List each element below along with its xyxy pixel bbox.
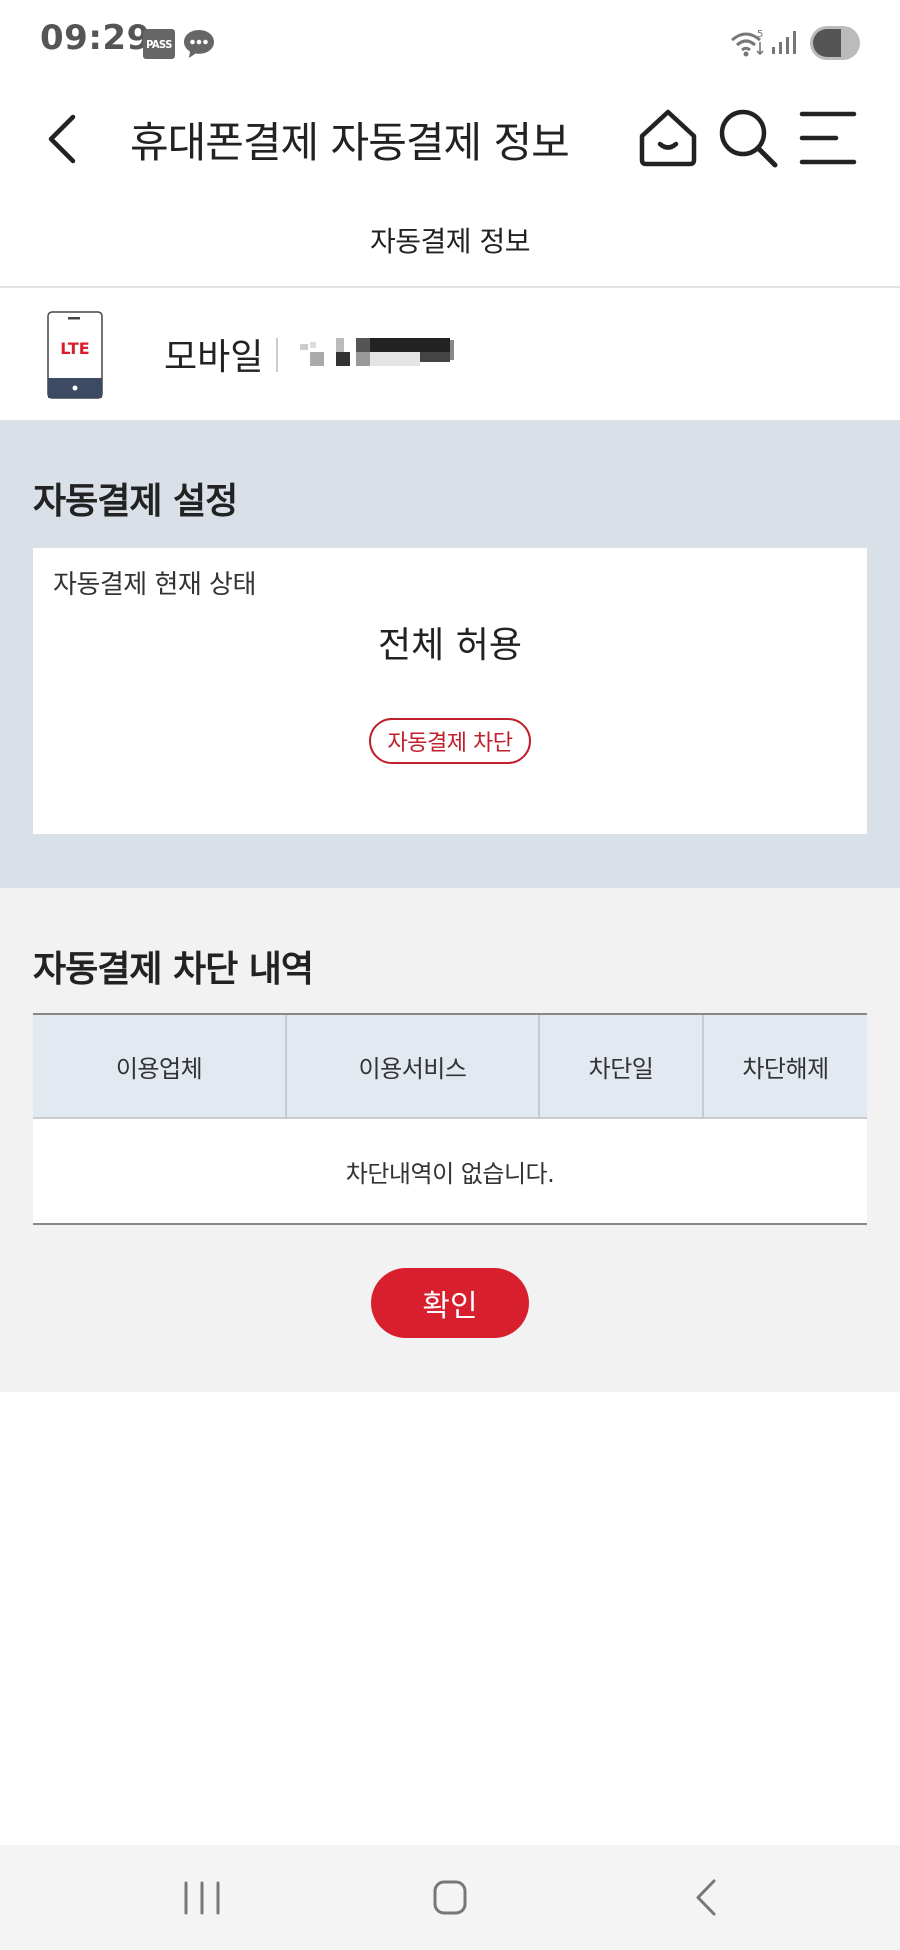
auto-pay-setting-section: 자동결제 설정 자동결제 현재 상태 전체 허용 자동결제 차단 bbox=[0, 420, 900, 888]
svg-text:5: 5 bbox=[757, 29, 763, 40]
chevron-left-icon bbox=[48, 114, 76, 164]
section-heading: 자동결제 차단 내역 bbox=[33, 949, 314, 990]
status-label: 자동결제 현재 상태 bbox=[53, 570, 256, 600]
table-header-row: 이용업체 이용서비스 차단일 차단해제 bbox=[33, 1013, 867, 1118]
nav-back-button[interactable] bbox=[676, 1875, 736, 1920]
home-button[interactable] bbox=[636, 106, 700, 170]
column-header: 이용업체 bbox=[33, 1013, 286, 1118]
block-auto-pay-button[interactable]: 자동결제 차단 bbox=[369, 718, 531, 764]
chat-icon bbox=[184, 30, 214, 58]
recent-apps-button[interactable] bbox=[172, 1875, 232, 1920]
device-row: LTE 모바일 bbox=[0, 288, 900, 420]
home-icon bbox=[639, 109, 697, 167]
toggle-icon bbox=[810, 26, 860, 60]
status-time: 09:29 bbox=[40, 18, 151, 58]
history-table: 이용업체 이용서비스 차단일 차단해제 차단내역이 없습니다. bbox=[33, 1013, 867, 1225]
nav-home-button[interactable] bbox=[420, 1875, 480, 1920]
confirm-button[interactable]: 확인 bbox=[371, 1268, 529, 1338]
pass-icon: PASS bbox=[143, 29, 175, 59]
nav-back-icon bbox=[696, 1879, 716, 1916]
menu-icon bbox=[799, 111, 857, 165]
column-header: 이용서비스 bbox=[285, 1013, 539, 1118]
wifi-icon: 5 bbox=[731, 29, 764, 57]
table-row: 차단내역이 없습니다. bbox=[33, 1117, 867, 1225]
search-icon bbox=[719, 109, 778, 168]
column-header: 차단일 bbox=[538, 1013, 703, 1118]
back-button[interactable] bbox=[38, 104, 86, 174]
device-label: 모바일 bbox=[164, 337, 264, 378]
menu-button[interactable] bbox=[796, 106, 860, 170]
section-subtitle: 자동결제 정보 bbox=[370, 225, 530, 258]
status-value: 전체 허용 bbox=[378, 625, 522, 666]
divider bbox=[276, 338, 278, 372]
phone-lte-icon: LTE bbox=[47, 311, 103, 399]
page-title: 휴대폰결제 자동결제 정보 bbox=[130, 118, 570, 167]
block-history-section: 자동결제 차단 내역 이용업체 이용서비스 차단일 차단해제 차단내역이 없습니… bbox=[0, 888, 900, 1392]
status-bar: 09:29 PASS 5 bbox=[0, 0, 900, 84]
recent-apps-icon bbox=[184, 1881, 220, 1915]
empty-message: 차단내역이 없습니다. bbox=[33, 1117, 867, 1225]
signal-icon bbox=[772, 31, 796, 54]
column-header: 차단해제 bbox=[702, 1013, 867, 1118]
lte-badge: LTE bbox=[60, 339, 89, 358]
masked-phone-number bbox=[300, 338, 454, 366]
system-nav-bar bbox=[0, 1845, 900, 1950]
nav-home-icon bbox=[433, 1880, 467, 1915]
app-header: 휴대폰결제 자동결제 정보 bbox=[0, 84, 900, 194]
section-heading: 자동결제 설정 bbox=[33, 481, 238, 522]
search-button[interactable] bbox=[716, 106, 780, 170]
status-card: 자동결제 현재 상태 전체 허용 자동결제 차단 bbox=[33, 548, 867, 834]
